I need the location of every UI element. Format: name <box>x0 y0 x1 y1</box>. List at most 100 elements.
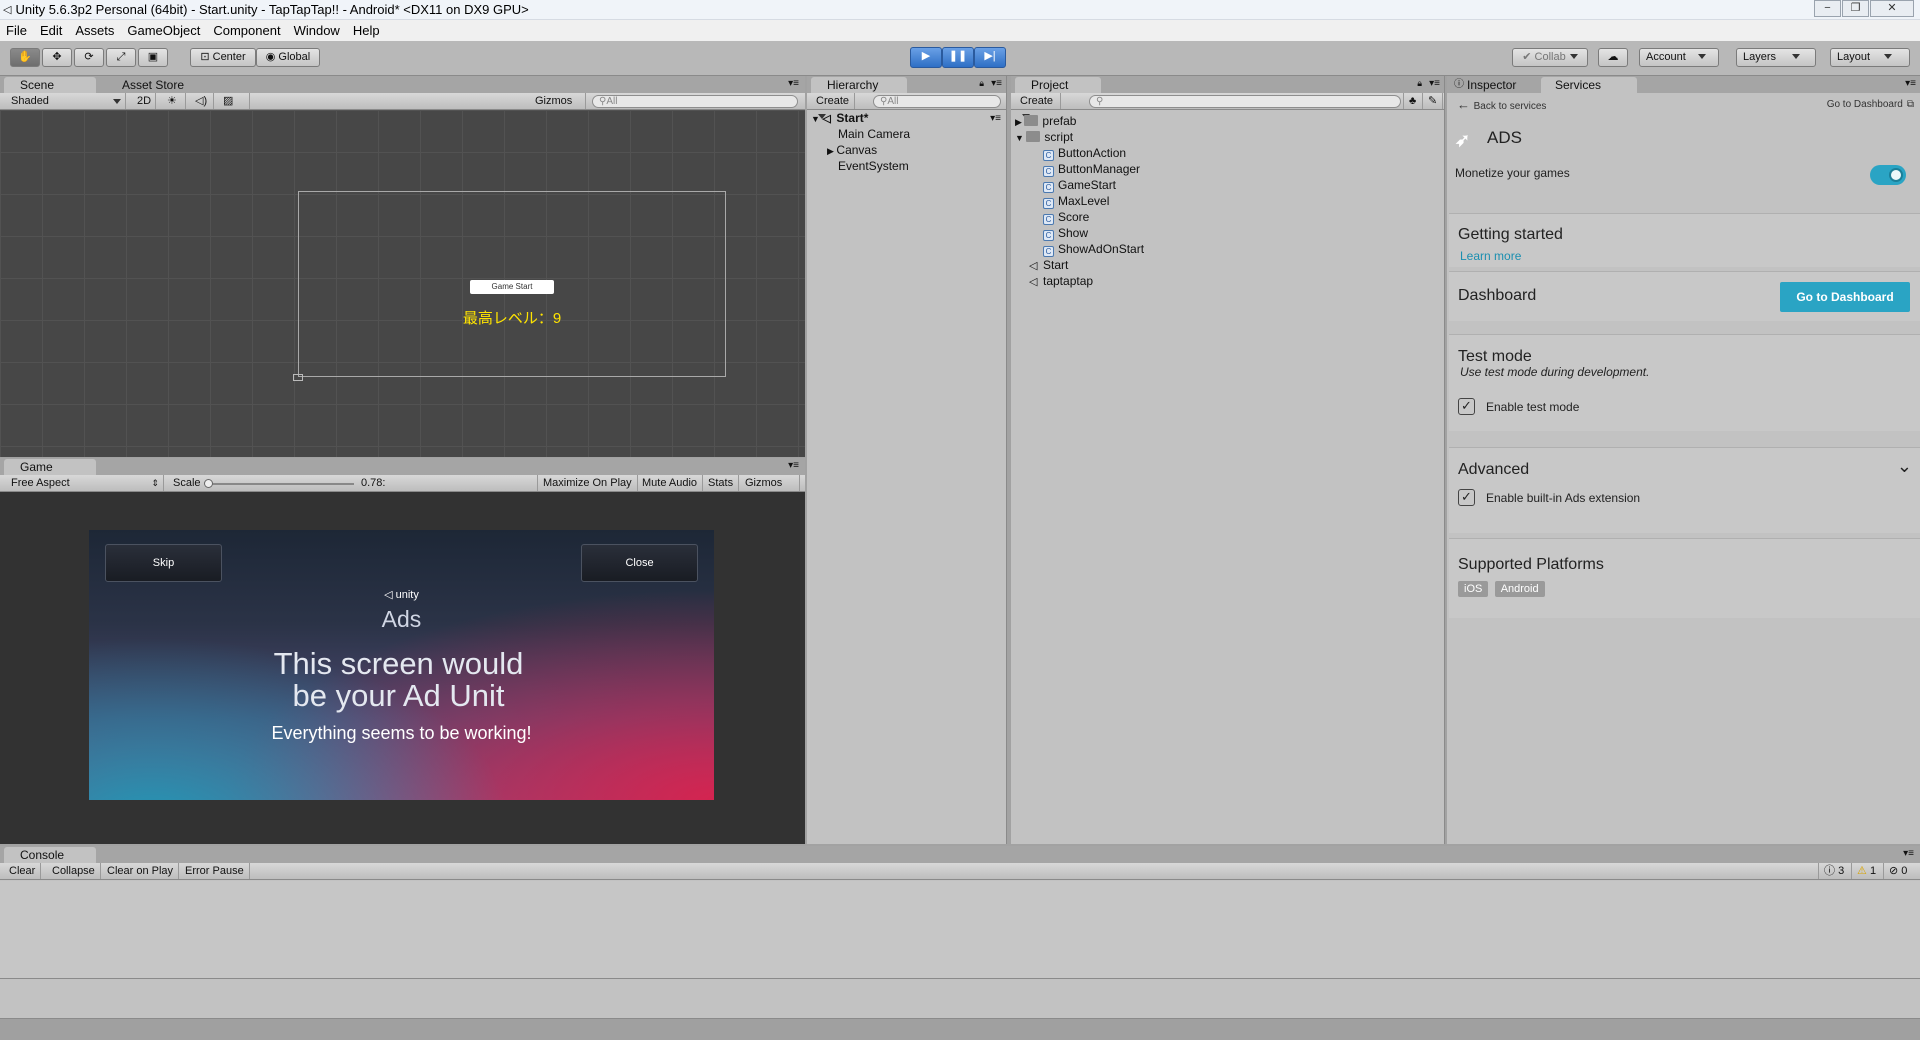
learn-more-link[interactable]: Learn more <box>1460 249 1521 263</box>
close-window-button[interactable]: ✕ <box>1870 0 1914 17</box>
panel-menu-icon[interactable]: ▾≡ <box>788 460 799 471</box>
rotate-tool-button[interactable]: ⟳ <box>74 48 104 67</box>
play-button[interactable]: ▶ <box>910 47 942 68</box>
project-folder-script[interactable]: ▼ script <box>1015 130 1073 145</box>
layout-dropdown[interactable]: Layout <box>1830 48 1910 67</box>
menu-component[interactable]: Component <box>213 23 280 38</box>
lighting-toggle[interactable]: ☀ <box>162 93 186 109</box>
game-viewport[interactable]: Skip Close ◁ unity Ads This screen would… <box>0 492 805 844</box>
rect-tool-button[interactable]: ▣ <box>138 48 168 67</box>
back-to-services-link[interactable]: ← Back to services <box>1457 97 1546 112</box>
ads-enable-toggle[interactable] <box>1870 165 1906 185</box>
lock-icon[interactable]: 🔒︎ <box>979 78 984 89</box>
mute-audio-toggle[interactable]: Mute Audio <box>637 475 704 491</box>
project-script-item[interactable]: C ButtonAction <box>1043 146 1126 161</box>
effects-dropdown[interactable]: ▨ <box>218 93 250 119</box>
maximize-on-play-toggle[interactable]: Maximize On Play <box>537 475 638 491</box>
scene-viewport[interactable]: Game Start 最高レベル：9 <box>0 110 805 457</box>
hierarchy-create-dropdown[interactable]: Create <box>811 93 855 119</box>
menu-file[interactable]: File <box>6 23 27 38</box>
hierarchy-item-eventsystem[interactable]: EventSystem <box>838 159 909 174</box>
hierarchy-item-canvas[interactable]: ▶ Canvas <box>827 143 877 158</box>
minimize-button[interactable]: − <box>1814 0 1841 17</box>
chevron-down-icon[interactable]: ⌄ <box>1897 456 1912 477</box>
tab-project[interactable]: Project <box>1015 77 1101 93</box>
tab-game[interactable]: Game <box>4 459 96 475</box>
audio-toggle[interactable]: ◁) <box>190 93 214 109</box>
ad-skip-button[interactable]: Skip <box>105 544 222 582</box>
collab-dropdown[interactable]: ✔ Collab <box>1512 48 1588 67</box>
tab-hierarchy[interactable]: Hierarchy <box>811 77 907 93</box>
move-tool-button[interactable]: ✥ <box>42 48 72 67</box>
pause-button[interactable]: ❚❚ <box>942 47 974 68</box>
error-filter-toggle[interactable]: ⊘ 0 <box>1884 863 1916 879</box>
console-clear-on-play-button[interactable]: Clear on Play <box>102 863 180 879</box>
panel-menu-icon[interactable]: ▾≡ <box>1429 78 1440 89</box>
panel-menu-icon[interactable]: ▾≡ <box>788 78 799 89</box>
enable-test-mode-checkbox[interactable]: ✓ <box>1458 398 1475 415</box>
pivot-center-button[interactable]: ⊡ Center <box>190 48 256 67</box>
console-clear-button[interactable]: Clear <box>4 863 42 879</box>
hierarchy-item-main-camera[interactable]: Main Camera <box>838 127 910 142</box>
project-create-dropdown[interactable]: Create <box>1015 93 1061 119</box>
game-start-button-preview[interactable]: Game Start <box>470 280 554 294</box>
menu-window[interactable]: Window <box>294 23 340 38</box>
scene-search-input[interactable]: ⚲All <box>592 95 798 108</box>
menu-help[interactable]: Help <box>353 23 380 38</box>
project-script-item[interactable]: C GameStart <box>1043 178 1116 193</box>
panel-menu-icon[interactable]: ▾≡ <box>1905 78 1916 89</box>
warning-filter-toggle[interactable]: ⚠ 1 <box>1852 863 1884 879</box>
enable-test-mode-row[interactable]: ✓ Enable test mode <box>1458 398 1579 415</box>
console-log-list[interactable] <box>0 881 1920 979</box>
project-scene-item[interactable]: ◁ taptaptap <box>1029 274 1093 289</box>
filter-by-type-button[interactable]: ♣ <box>1403 93 1423 109</box>
aspect-dropdown[interactable]: Free Aspect ⇕ <box>6 475 164 491</box>
scale-slider-thumb[interactable] <box>204 479 213 488</box>
console-collapse-button[interactable]: Collapse <box>47 863 101 879</box>
project-script-item[interactable]: C ShowAdOnStart <box>1043 242 1144 257</box>
stats-toggle[interactable]: Stats <box>703 475 740 491</box>
scale-tool-button[interactable]: ⤢ <box>106 48 136 67</box>
go-to-dashboard-link[interactable]: Go to Dashboard ⧉ <box>1827 99 1914 110</box>
scene-menu-icon[interactable]: ▾≡ <box>990 111 1001 126</box>
console-error-pause-button[interactable]: Error Pause <box>180 863 250 879</box>
step-button[interactable]: ▶| <box>974 47 1006 68</box>
canvas-corner-handle[interactable] <box>293 374 303 381</box>
project-script-item[interactable]: C Score <box>1043 210 1089 225</box>
panel-menu-icon[interactable]: ▾≡ <box>1903 848 1914 859</box>
project-script-item[interactable]: C Show <box>1043 226 1088 241</box>
project-folder-prefab[interactable]: ▶ prefab <box>1015 114 1076 129</box>
menu-gameobject[interactable]: GameObject <box>127 23 200 38</box>
enable-ads-extension-checkbox[interactable]: ✓ <box>1458 489 1475 506</box>
tab-console[interactable]: Console <box>4 847 96 863</box>
info-filter-toggle[interactable]: ⓘ 3 <box>1818 863 1852 879</box>
project-scene-item[interactable]: ◁ Start <box>1029 258 1068 273</box>
project-script-item[interactable]: C MaxLevel <box>1043 194 1109 209</box>
panel-menu-icon[interactable]: ▾≡ <box>991 78 1002 89</box>
scale-slider[interactable] <box>204 479 354 488</box>
go-to-dashboard-button[interactable]: Go to Dashboard <box>1780 282 1910 312</box>
enable-ads-extension-row[interactable]: ✓ Enable built-in Ads extension <box>1458 489 1640 506</box>
hierarchy-scene-row[interactable]: ▼ ◁ Start* ▾≡ <box>811 111 1001 126</box>
scene-gizmos-dropdown[interactable]: Gizmos <box>530 93 586 119</box>
ad-close-button[interactable]: Close <box>581 544 698 582</box>
cloud-button[interactable]: ☁ <box>1598 48 1628 67</box>
lock-icon[interactable]: 🔒︎ <box>1417 78 1422 89</box>
tab-asset-store[interactable]: Asset Store <box>106 77 206 93</box>
shading-dropdown[interactable]: Shaded <box>6 93 126 109</box>
project-search-input[interactable]: ⚲ <box>1089 95 1401 108</box>
filter-by-label-button[interactable]: ✎ <box>1423 93 1443 109</box>
account-dropdown[interactable]: Account <box>1639 48 1719 67</box>
global-button[interactable]: ◉ Global <box>256 48 320 67</box>
2d-toggle[interactable]: 2D <box>132 93 156 109</box>
menu-edit[interactable]: Edit <box>40 23 62 38</box>
tab-inspector[interactable]: ⓘ Inspector <box>1451 77 1537 93</box>
project-script-item[interactable]: C ButtonManager <box>1043 162 1140 177</box>
tab-services[interactable]: Services <box>1541 77 1637 93</box>
hierarchy-search-input[interactable]: ⚲All <box>873 95 1001 108</box>
restore-button[interactable]: ❐ <box>1842 0 1869 17</box>
layers-dropdown[interactable]: Layers <box>1736 48 1816 67</box>
tab-scene[interactable]: Scene <box>4 77 96 93</box>
menu-assets[interactable]: Assets <box>75 23 114 38</box>
hand-tool-button[interactable]: ✋ <box>10 48 40 67</box>
